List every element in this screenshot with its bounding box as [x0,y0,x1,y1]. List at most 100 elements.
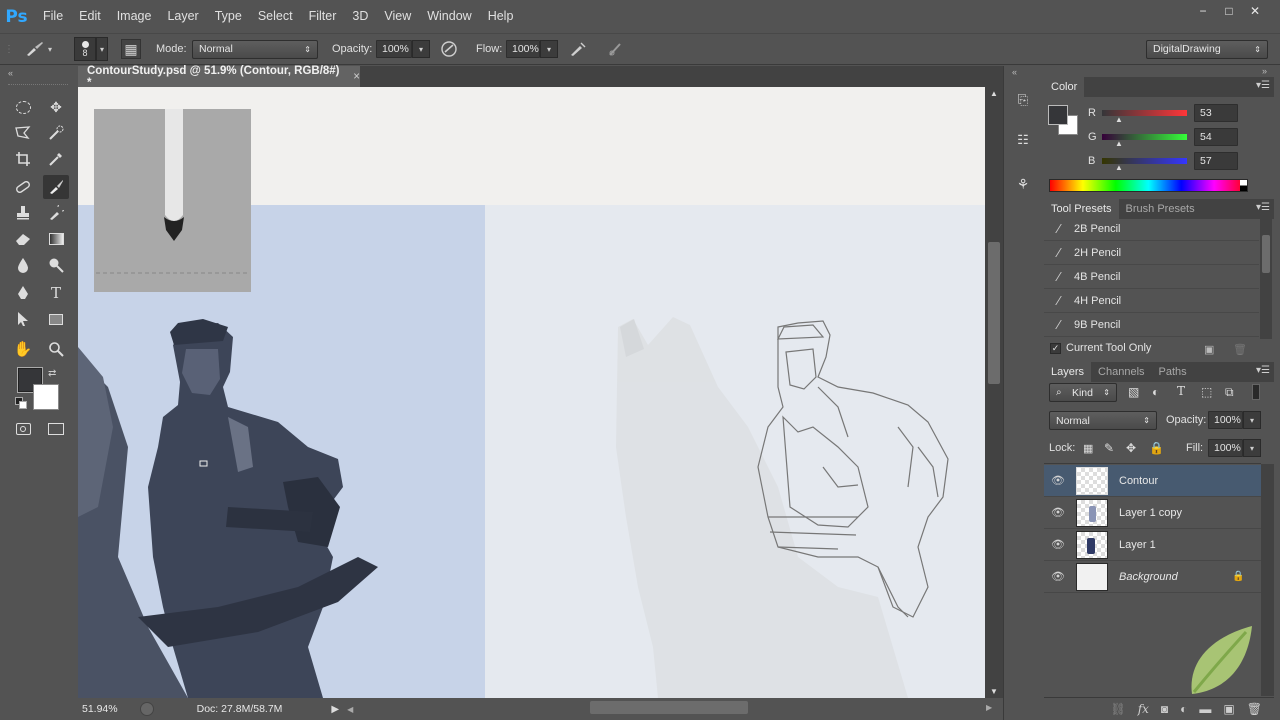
preset-item[interactable]: ⁄ 2B Pencil [1044,217,1259,241]
black-white-ramp[interactable] [1240,180,1247,191]
red-slider[interactable]: ▲ [1102,110,1187,124]
eraser-tool[interactable] [10,227,36,251]
tab-layers[interactable]: Layers [1044,362,1092,382]
pressure-opacity-toggle[interactable] [439,34,459,64]
menu-edit[interactable]: Edit [71,0,109,33]
filter-smart-object-icon[interactable]: ⧉ [1225,385,1239,400]
screen-mode-button[interactable] [43,417,69,441]
green-value-field[interactable]: 54 [1194,128,1238,146]
workspace-select[interactable]: DigitalDrawing ⇕ [1146,39,1268,59]
menu-3d[interactable]: 3D [344,0,376,33]
slider-thumb-icon[interactable]: ▲ [1115,163,1123,172]
adjustment-layer-icon[interactable]: ◐ [1180,702,1187,716]
new-preset-icon[interactable]: ▣ [1204,343,1214,356]
visibility-eye-icon[interactable]: 👁 [1044,506,1072,519]
polygonal-lasso-tool[interactable] [10,121,36,145]
new-group-icon[interactable]: ▬ [1199,702,1211,716]
menu-type[interactable]: Type [207,0,250,33]
trash-icon[interactable]: 🗑 [1233,343,1247,356]
pen-tool[interactable] [10,281,36,305]
fx-icon[interactable]: fx [1138,702,1149,716]
lock-transparency-icon[interactable]: ▦ [1083,442,1093,455]
lock-pixels-icon[interactable]: ✎ [1104,441,1114,455]
vertical-scroll-thumb[interactable] [988,242,1000,384]
minimize-button[interactable]: − [1190,3,1216,19]
quick-mask-button[interactable] [10,417,36,441]
crop-tool[interactable] [10,147,36,171]
layer-row-layer-1-copy[interactable]: 👁 Layer 1 copy [1044,497,1261,529]
menu-layer[interactable]: Layer [159,0,206,33]
filter-adjustment-icon[interactable]: ◐ [1152,385,1166,399]
spot-healing-tool[interactable] [10,175,36,199]
visibility-eye-icon[interactable]: 👁 [1044,538,1072,551]
expand-arrows-icon[interactable]: » [1262,66,1267,76]
layers-scrollbar[interactable] [1261,464,1274,696]
flow-dropdown[interactable]: ▾ [540,40,558,58]
blur-tool[interactable] [10,253,36,277]
restore-button[interactable]: □ [1216,3,1242,19]
preset-item[interactable]: ⁄ 4B Pencil [1044,265,1259,289]
scroll-right-arrow-icon[interactable]: ▶ [986,703,992,712]
quick-selection-tool[interactable] [43,121,69,145]
layer-opacity-field[interactable]: 100% [1208,411,1243,429]
menu-file[interactable]: File [33,0,71,33]
rectangle-tool[interactable] [43,307,69,331]
color-foreground-swatch-top[interactable] [1048,105,1068,125]
properties-panel-icon[interactable]: ☷ [1013,130,1033,150]
visibility-eye-icon[interactable]: 👁 [1044,474,1072,487]
opacity-field[interactable]: 100% [376,40,412,58]
preset-item[interactable]: ⁄ 9B Pencil [1044,313,1259,337]
hand-tool[interactable]: ✋ [10,337,36,361]
panel-menu-icon[interactable]: ▾☰ [1256,365,1270,376]
collapse-arrows-icon[interactable]: « [8,68,13,78]
horizontal-scroll-thumb[interactable] [590,701,748,714]
red-value-field[interactable]: 53 [1194,104,1238,122]
layer-row-layer-1[interactable]: 👁 Layer 1 [1044,529,1261,561]
pressure-size-toggle[interactable] [606,34,626,64]
menu-image[interactable]: Image [109,0,160,33]
layer-opacity-dropdown[interactable]: ▾ [1243,411,1261,429]
preset-item[interactable]: ⁄ 2H Pencil [1044,241,1259,265]
link-layers-icon[interactable]: ⛓ [1110,702,1125,716]
clone-stamp-tool[interactable] [10,201,36,225]
lock-all-icon[interactable]: 🔒 [1149,441,1164,455]
gradient-tool[interactable] [43,227,69,251]
close-button[interactable]: ✕ [1242,3,1268,19]
panel-menu-icon[interactable]: ▾☰ [1256,80,1270,91]
path-selection-tool[interactable] [10,307,36,331]
blue-slider[interactable]: ▲ [1102,158,1187,172]
brush-tool[interactable] [43,175,69,199]
opacity-dropdown[interactable]: ▾ [412,40,430,58]
menu-view[interactable]: View [376,0,419,33]
green-slider[interactable]: ▲ [1102,134,1187,148]
blue-value-field[interactable]: 57 [1194,152,1238,170]
scroll-down-arrow-icon[interactable]: ▼ [990,687,998,696]
default-colors-icon[interactable] [15,397,27,409]
visibility-eye-icon[interactable]: 👁 [1044,570,1072,583]
scroll-left-arrow-icon[interactable]: ◀ [347,705,353,714]
presets-scroll-thumb[interactable] [1262,235,1270,273]
collapse-arrows-icon[interactable]: « [1012,67,1017,77]
current-tool-only-checkbox[interactable]: ✓ [1050,342,1061,354]
layer-filter-kind-select[interactable]: ⌕ Kind ⇕ [1049,383,1117,402]
zoom-level[interactable]: 51.94% [82,703,118,715]
preset-item[interactable]: ⁄ 4H Pencil [1044,289,1259,313]
tab-paths[interactable]: Paths [1152,362,1194,382]
slider-thumb-icon[interactable]: ▲ [1115,139,1123,148]
filter-type-icon[interactable]: T [1177,384,1191,398]
dodge-tool[interactable] [43,253,69,277]
filter-pixel-icon[interactable]: ▧ [1128,385,1142,399]
menu-select[interactable]: Select [250,0,301,33]
flow-field[interactable]: 100% [506,40,540,58]
brush-panel-icon[interactable]: ⚘ [1013,174,1033,194]
tab-tool-presets[interactable]: Tool Presets [1044,199,1119,219]
fill-dropdown[interactable]: ▾ [1243,439,1261,457]
zoom-tool[interactable] [43,337,69,361]
slider-thumb-icon[interactable]: ▲ [1115,115,1123,124]
status-menu-arrow-icon[interactable]: ▶ [331,704,339,715]
brush-size-picker[interactable]: 8 ▾ [74,34,108,64]
filter-shape-icon[interactable]: ⬚ [1201,385,1215,399]
history-brush-tool[interactable] [43,201,69,225]
brush-size-dropdown[interactable]: ▾ [96,37,108,61]
fill-field[interactable]: 100% [1208,439,1243,457]
